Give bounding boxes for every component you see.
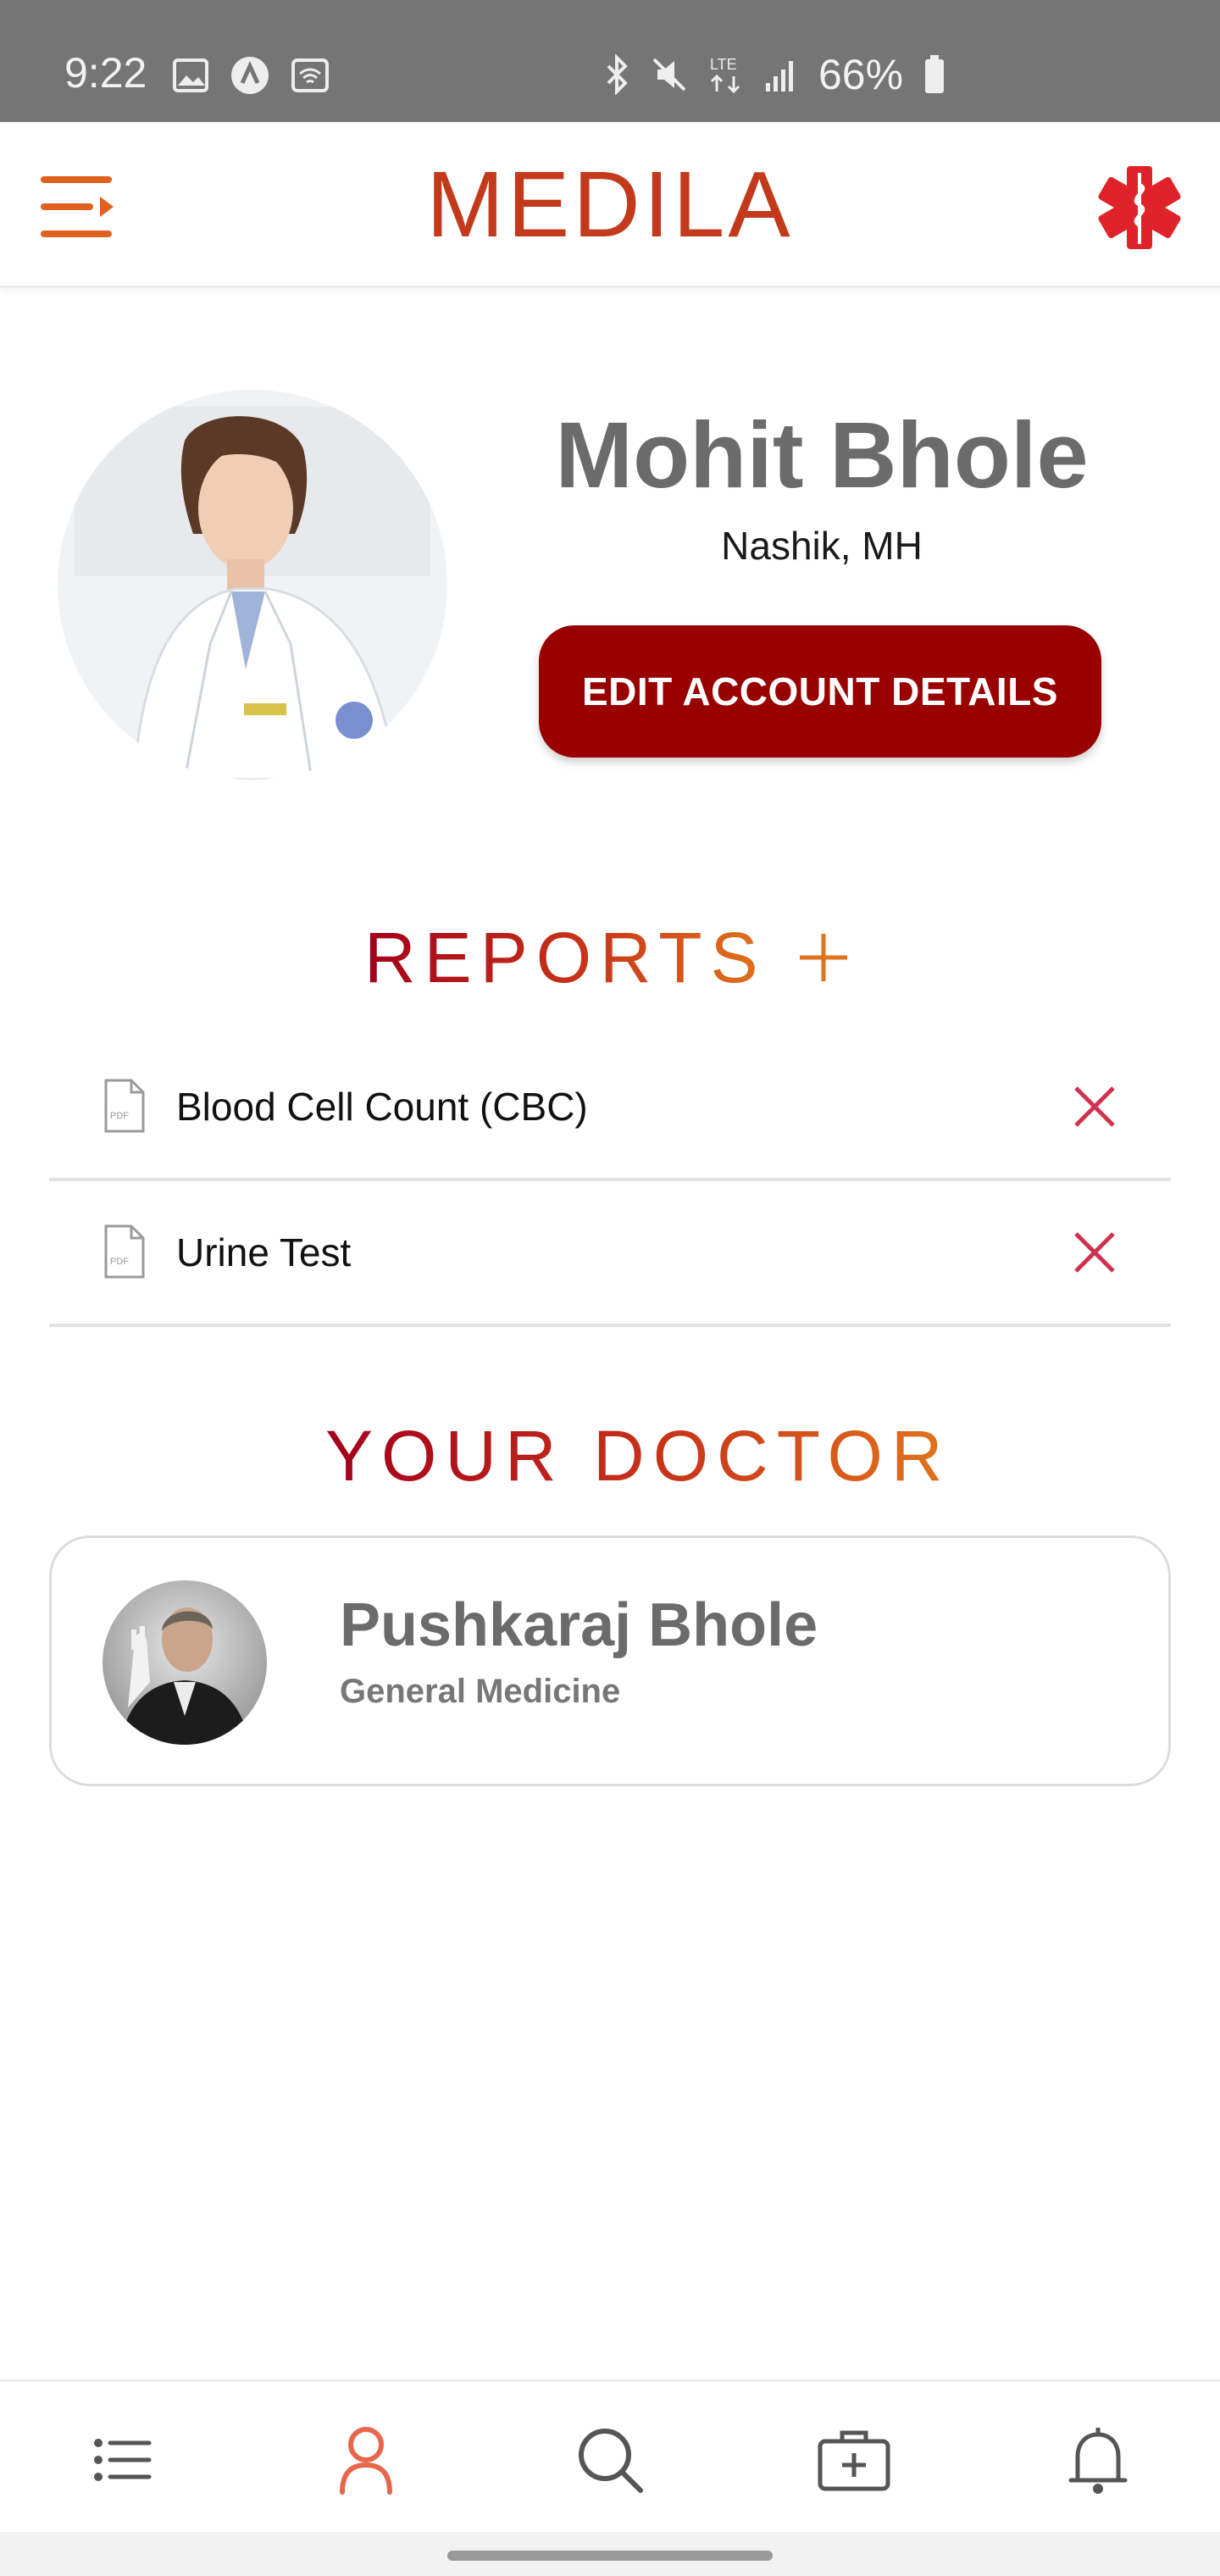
- delete-report-button[interactable]: [1068, 1080, 1122, 1134]
- doctor-card[interactable]: Pushkaraj Bhole General Medicine: [49, 1535, 1171, 1786]
- status-icons-right: LTE 66%: [605, 51, 946, 98]
- report-label[interactable]: Urine Test: [176, 1227, 351, 1278]
- pdf-file-icon: PDF: [104, 1079, 145, 1133]
- svg-text:LTE: LTE: [710, 56, 737, 73]
- nav-list[interactable]: [83, 2421, 161, 2499]
- close-icon: [1074, 1232, 1115, 1273]
- pdf-file-icon: PDF: [104, 1224, 145, 1279]
- gesture-area: [0, 2532, 1220, 2576]
- medical-kit-icon: [818, 2430, 890, 2491]
- report-label[interactable]: Blood Cell Count (CBC): [176, 1081, 588, 1132]
- status-bar: 9:22 LTE 66%: [0, 0, 1220, 122]
- battery-icon: [925, 55, 945, 93]
- signal-icon: [766, 61, 793, 92]
- reports-heading: REPORTS: [364, 915, 767, 1000]
- delete-report-button[interactable]: [1068, 1225, 1122, 1280]
- battery-percent: 66%: [818, 51, 904, 98]
- search-icon: [579, 2429, 643, 2493]
- profile-location: Nashik, MH: [721, 524, 923, 568]
- status-time: 9:22: [64, 49, 147, 97]
- star-of-life-button[interactable]: [1093, 161, 1186, 254]
- lte-icon: LTE: [710, 56, 740, 94]
- star-of-life-icon: [1098, 166, 1181, 249]
- nav-search[interactable]: [571, 2421, 649, 2499]
- doctor-heading: YOUR DOCTOR: [325, 1413, 951, 1498]
- bluetooth-icon: [607, 54, 628, 95]
- svg-text:PDF: PDF: [110, 1111, 129, 1121]
- nav-notifications[interactable]: [1059, 2421, 1137, 2499]
- gallery-icon: [173, 58, 208, 92]
- add-report-button[interactable]: [793, 927, 854, 988]
- app-bar: MEDILA: [0, 122, 1220, 288]
- profile-name: Mohit Bhole: [555, 403, 1089, 508]
- doctor-specialty: General Medicine: [340, 1673, 621, 1710]
- app-brand: MEDILA: [426, 153, 794, 257]
- plus-icon: [800, 934, 847, 981]
- close-icon: [1074, 1086, 1115, 1127]
- mute-icon: [652, 58, 686, 92]
- report-row[interactable]: PDF Urine Test: [49, 1181, 1171, 1327]
- doctor-avatar: [103, 1580, 267, 1745]
- profile-icon: [340, 2427, 392, 2495]
- report-row[interactable]: PDF Blood Cell Count (CBC): [49, 1035, 1171, 1181]
- nav-medical-kit[interactable]: [815, 2421, 893, 2499]
- home-gesture-bar[interactable]: [447, 2551, 773, 2561]
- doctor-name: Pushkaraj Bhole: [340, 1591, 818, 1659]
- bell-icon: [1068, 2428, 1128, 2494]
- profile-avatar: [58, 390, 447, 780]
- edit-account-button[interactable]: EDIT ACCOUNT DETAILS: [539, 625, 1101, 758]
- bottom-navigation: [0, 2379, 1220, 2532]
- svg-text:PDF: PDF: [110, 1257, 129, 1267]
- wifi-hotspot-icon: [291, 58, 329, 92]
- status-icons-left: [173, 56, 329, 95]
- nav-profile[interactable]: [327, 2421, 405, 2499]
- app-icon: [231, 57, 269, 94]
- list-icon: [94, 2439, 152, 2481]
